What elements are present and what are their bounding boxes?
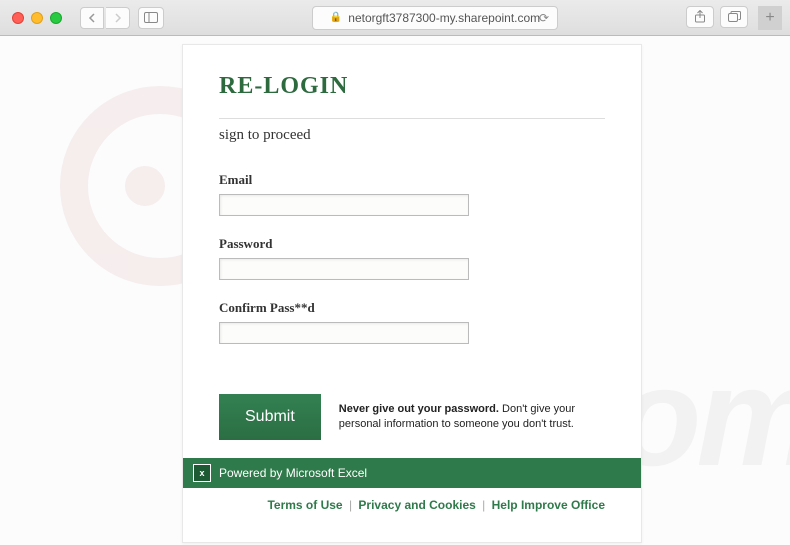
privacy-link[interactable]: Privacy and Cookies xyxy=(358,498,475,512)
close-window-button[interactable] xyxy=(12,12,24,24)
page-content: risk.com RE-LOGIN sign to proceed Email … xyxy=(0,36,790,545)
warning-bold: Never give out your password. xyxy=(339,403,499,415)
nav-arrows xyxy=(80,7,130,29)
password-label: Password xyxy=(219,236,605,252)
lock-icon: 🔒 xyxy=(330,12,342,23)
password-field-group: Password xyxy=(219,236,605,280)
minimize-window-button[interactable] xyxy=(31,12,43,24)
login-form-card: RE-LOGIN sign to proceed Email Password … xyxy=(182,44,642,543)
powered-by-bar: x Powered by Microsoft Excel xyxy=(183,458,641,488)
help-link[interactable]: Help Improve Office xyxy=(492,498,605,512)
confirm-label: Confirm Pass**d xyxy=(219,300,605,316)
new-tab-button[interactable]: + xyxy=(758,6,782,30)
url-text: netorgft3787300-my.sharepoint.com xyxy=(348,11,540,25)
powered-by-text: Powered by Microsoft Excel xyxy=(219,466,367,480)
maximize-window-button[interactable] xyxy=(50,12,62,24)
reload-icon[interactable]: ⟳ xyxy=(539,11,549,25)
confirm-field-group: Confirm Pass**d xyxy=(219,300,605,344)
submit-button[interactable]: Submit xyxy=(219,394,321,440)
excel-icon: x xyxy=(193,464,211,482)
password-warning: Never give out your password. Don't give… xyxy=(339,402,605,432)
back-button[interactable] xyxy=(80,7,104,29)
browser-toolbar: 🔒 netorgft3787300-my.sharepoint.com ⟳ + xyxy=(0,0,790,36)
form-subtitle: sign to proceed xyxy=(219,127,605,144)
terms-link[interactable]: Terms of Use xyxy=(267,498,342,512)
divider xyxy=(219,118,605,119)
share-button[interactable] xyxy=(686,6,714,28)
tabs-button[interactable] xyxy=(720,6,748,28)
email-field-group: Email xyxy=(219,172,605,216)
email-input[interactable] xyxy=(219,194,469,216)
confirm-password-input[interactable] xyxy=(219,322,469,344)
form-title: RE-LOGIN xyxy=(219,73,605,100)
email-label: Email xyxy=(219,172,605,188)
window-controls xyxy=(8,12,66,24)
right-toolbar: + xyxy=(686,6,782,30)
password-input[interactable] xyxy=(219,258,469,280)
submit-row: Submit Never give out your password. Don… xyxy=(219,394,605,440)
forward-button[interactable] xyxy=(106,7,130,29)
address-bar[interactable]: 🔒 netorgft3787300-my.sharepoint.com ⟳ xyxy=(312,6,558,30)
sidebar-toggle-button[interactable] xyxy=(138,7,164,29)
footer-links: Terms of Use | Privacy and Cookies | Hel… xyxy=(219,498,605,512)
